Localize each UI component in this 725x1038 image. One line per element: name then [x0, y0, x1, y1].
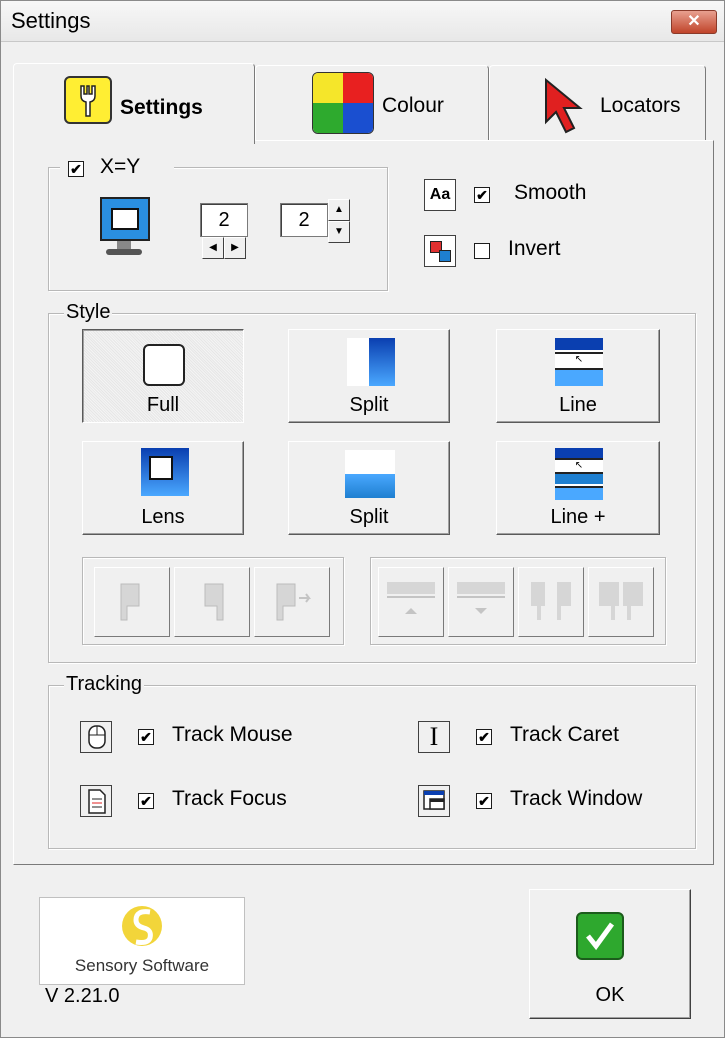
style-split-vertical-button[interactable]: Split	[288, 329, 450, 423]
settings-window: Settings ✕ Settings Colour Locators ✔ X=…	[0, 0, 725, 1038]
caret-icon: I	[418, 721, 450, 753]
brand-name: Sensory Software	[74, 956, 210, 975]
track-window-label: Track Window	[510, 787, 643, 810]
zoom-y-field[interactable]: 2	[280, 203, 328, 237]
window-icon	[418, 785, 450, 817]
style-line-label: Line	[559, 394, 597, 416]
tab-settings-label: Settings	[120, 96, 203, 119]
xy-label: X=Y	[100, 155, 141, 178]
style-lens-label: Lens	[141, 506, 185, 528]
tab-locators-label: Locators	[600, 94, 681, 117]
dock-bottom-icon	[457, 582, 505, 614]
zoom-x-field[interactable]: 2	[200, 203, 248, 237]
track-focus-checkbox[interactable]: ✔	[138, 793, 154, 809]
ok-check-icon	[576, 912, 624, 960]
invert-checkbox[interactable]	[474, 243, 490, 259]
title-bar: Settings ✕	[1, 1, 724, 42]
monitor-icon	[100, 197, 150, 257]
track-caret-label: Track Caret	[510, 723, 619, 746]
full-style-icon	[143, 344, 185, 386]
ok-label: OK	[595, 984, 625, 1006]
font-smooth-icon: Aa	[424, 179, 456, 211]
style-lens-button[interactable]: Lens	[82, 441, 244, 535]
style-line-plus-button[interactable]: ↖ Line +	[496, 441, 660, 535]
track-mouse-checkbox[interactable]: ✔	[138, 729, 154, 745]
tab-locators[interactable]: Locators	[489, 65, 706, 141]
style-line-plus-label: Line +	[550, 506, 606, 528]
zoom-x-right-button[interactable]: ▶	[224, 237, 246, 259]
style-split-vertical-label: Split	[349, 394, 389, 416]
zoom-y-up-button[interactable]: ▲	[328, 199, 350, 221]
track-caret-checkbox[interactable]: ✔	[476, 729, 492, 745]
dock-right-button[interactable]	[174, 567, 250, 637]
dock-top-icon	[387, 582, 435, 614]
wrench-icon	[64, 76, 112, 124]
invert-icon	[424, 235, 456, 267]
version-label: V 2.21.0	[45, 985, 120, 1007]
tab-colour-label: Colour	[382, 94, 444, 117]
arrow-cursor-icon	[545, 77, 583, 134]
dock-bottom-button[interactable]	[448, 567, 514, 637]
lens-style-icon	[141, 448, 189, 496]
tracking-legend: Tracking	[64, 673, 144, 696]
ok-button[interactable]: OK	[529, 889, 691, 1019]
track-mouse-label: Track Mouse	[172, 723, 293, 746]
settings-panel: ✔ X=Y 2 ◀ ▶ 2 ▲ ▼ Aa ✔ Smooth Invert Sty…	[13, 140, 714, 865]
sensory-software-logo: Sensory Software	[39, 897, 245, 985]
style-split-horizontal-label: Split	[349, 506, 389, 528]
tab-colour[interactable]: Colour	[255, 65, 489, 141]
line-plus-style-icon: ↖	[555, 448, 603, 500]
style-split-horizontal-button[interactable]: Split	[288, 441, 450, 535]
style-full-label: Full	[146, 394, 180, 416]
split-vertical-icon	[347, 338, 395, 386]
close-button[interactable]: ✕	[671, 10, 717, 34]
tracking-group	[48, 685, 696, 849]
colour-icon	[312, 72, 374, 134]
track-window-checkbox[interactable]: ✔	[476, 793, 492, 809]
flag-left-icon	[120, 583, 140, 621]
mouse-icon	[80, 721, 112, 753]
dock-side-left-icon	[531, 582, 571, 620]
flag-move-icon	[276, 583, 311, 621]
style-line-button[interactable]: ↖ Line	[496, 329, 660, 423]
style-legend: Style	[64, 301, 113, 324]
tab-settings[interactable]: Settings	[13, 63, 255, 144]
smooth-label: Smooth	[514, 181, 587, 204]
track-focus-label: Track Focus	[172, 787, 287, 810]
dock-left-button[interactable]	[94, 567, 170, 637]
xy-checkbox[interactable]: ✔	[68, 161, 84, 177]
dock-top-button[interactable]	[378, 567, 444, 637]
zoom-x-left-button[interactable]: ◀	[202, 237, 224, 259]
invert-label: Invert	[508, 237, 561, 260]
style-full-button[interactable]: Full	[82, 329, 244, 423]
dock-side-left-button[interactable]	[518, 567, 584, 637]
window-title: Settings	[11, 8, 91, 33]
dock-move-button[interactable]	[254, 567, 330, 637]
sensory-logo-icon	[122, 906, 162, 946]
dock-side-right-icon	[599, 582, 643, 620]
zoom-y-down-button[interactable]: ▼	[328, 221, 350, 243]
split-horizontal-icon	[345, 450, 395, 498]
dock-side-right-button[interactable]	[588, 567, 654, 637]
smooth-checkbox[interactable]: ✔	[474, 187, 490, 203]
focus-icon	[80, 785, 112, 817]
flag-right-icon	[204, 583, 224, 621]
line-style-icon: ↖	[555, 338, 603, 386]
